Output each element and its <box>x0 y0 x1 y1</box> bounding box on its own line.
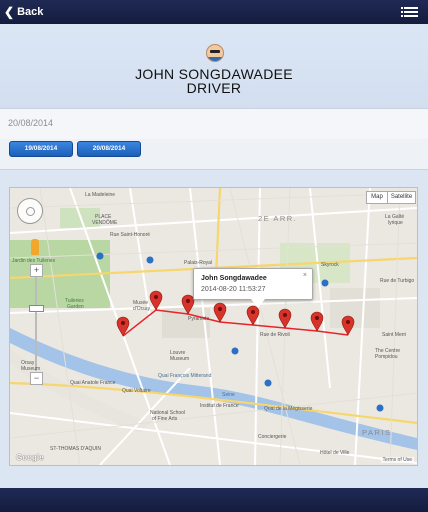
label-orsay-museum-2: Museum <box>21 366 41 372</box>
label-seine: Seine <box>222 392 235 398</box>
terms-link[interactable]: Terms of Use <box>380 457 414 463</box>
label-gaite-lyrique-2: lyrique <box>388 220 403 226</box>
label-hotel-de-ville: Hôtel de Ville <box>320 450 350 456</box>
back-label: Back <box>17 6 44 18</box>
label-quai-voltaire: Quai Voltaire <box>122 388 151 394</box>
google-logo: Google <box>16 453 44 462</box>
map-marker-dot <box>154 295 158 299</box>
pan-control[interactable] <box>17 198 43 224</box>
driver-role: DRIVER <box>186 80 242 96</box>
map-marker-dot <box>186 299 190 303</box>
map-marker-dot <box>346 320 350 324</box>
zoom-slider-track[interactable] <box>35 277 37 371</box>
date-button-row: 19/08/2014 20/08/2014 <box>0 139 428 170</box>
label-madeleine: La Madeleine <box>85 192 116 198</box>
label-conciergerie: Conciergerie <box>258 434 287 440</box>
label-centre-pompidou-2: Pompidou <box>375 354 398 360</box>
label-palais-royal: Palais-Royal <box>184 260 213 266</box>
date-button-20-08[interactable]: 20/08/2014 <box>77 141 141 157</box>
map-marker-dot <box>251 310 255 314</box>
label-saint-merri: Saint Merri <box>382 332 407 338</box>
label-fine-arts-2: of Fine Arts <box>152 416 178 422</box>
map-marker-dot <box>218 307 222 311</box>
route-map[interactable]: Map Satellite + − La Madeleine PLACE VEN… <box>9 187 418 466</box>
driver-header: JOHN SONGDAWADEE DRIVER <box>0 24 428 108</box>
back-button[interactable]: ❮ Back <box>4 4 43 20</box>
label-skyrock: Skyrock <box>321 262 339 268</box>
top-bar: ❮ Back <box>0 0 428 24</box>
label-quai-anatole: Quai Anatole France <box>70 380 116 386</box>
info-window-title: John Songdawadee <box>201 275 267 282</box>
label-rue-turbigo: Rue de Turbigo <box>380 278 415 284</box>
label-louvre-2: Museum <box>170 356 190 362</box>
map-canvas <box>10 188 417 465</box>
zoom-in-button[interactable]: + <box>30 264 43 277</box>
label-pyramide: Pyramide <box>188 316 210 322</box>
date-button-19-08[interactable]: 19/08/2014 <box>9 141 73 157</box>
label-jardin-tuileries: Jardin des Tuileries <box>12 258 56 264</box>
close-icon[interactable]: × <box>303 272 307 279</box>
chevron-left-icon: ❮ <box>4 5 15 19</box>
current-date: 20/08/2014 <box>8 118 54 128</box>
label-saint-thomas: ST-THOMAS D'AQUIN <box>50 446 101 452</box>
map-type-satellite-button[interactable]: Satellite <box>387 191 416 204</box>
list-menu-icon[interactable] <box>401 7 418 18</box>
info-window-time: 2014-08-20 11:53:27 <box>201 286 266 293</box>
date-strip: 20/08/2014 <box>0 108 428 140</box>
pegman-icon[interactable] <box>31 239 39 255</box>
label-rue-saint-honore: Rue Saint-Honoré <box>110 232 151 238</box>
map-marker-dot <box>283 313 287 317</box>
bottom-bar <box>0 488 428 512</box>
label-paris: PARIS <box>362 428 392 437</box>
label-rue-rivoli: Rue de Rivoli <box>260 332 290 338</box>
label-quai-mitterand: Quai François Mitterand <box>158 373 212 379</box>
zoom-out-button[interactable]: − <box>30 372 43 385</box>
map-marker-dot <box>121 321 125 325</box>
label-tuileries-2: Garden <box>67 304 84 310</box>
label-institut: Institut de France <box>200 403 239 409</box>
info-window[interactable]: John Songdawadee 2014-08-20 11:53:27 × <box>193 268 313 308</box>
zoom-slider-thumb[interactable] <box>29 305 44 312</box>
map-type-map-button[interactable]: Map <box>366 191 388 204</box>
map-marker-dot <box>315 316 319 320</box>
label-arrondissement-2: 2E ARR. <box>258 214 298 223</box>
avatar <box>206 44 224 62</box>
label-quai-megisserie: Quai de la Mégisserie <box>264 406 313 412</box>
label-place-vendome-2: VENDÔME <box>92 220 118 226</box>
label-musee-orsay-2: d'Orsay <box>133 306 151 312</box>
